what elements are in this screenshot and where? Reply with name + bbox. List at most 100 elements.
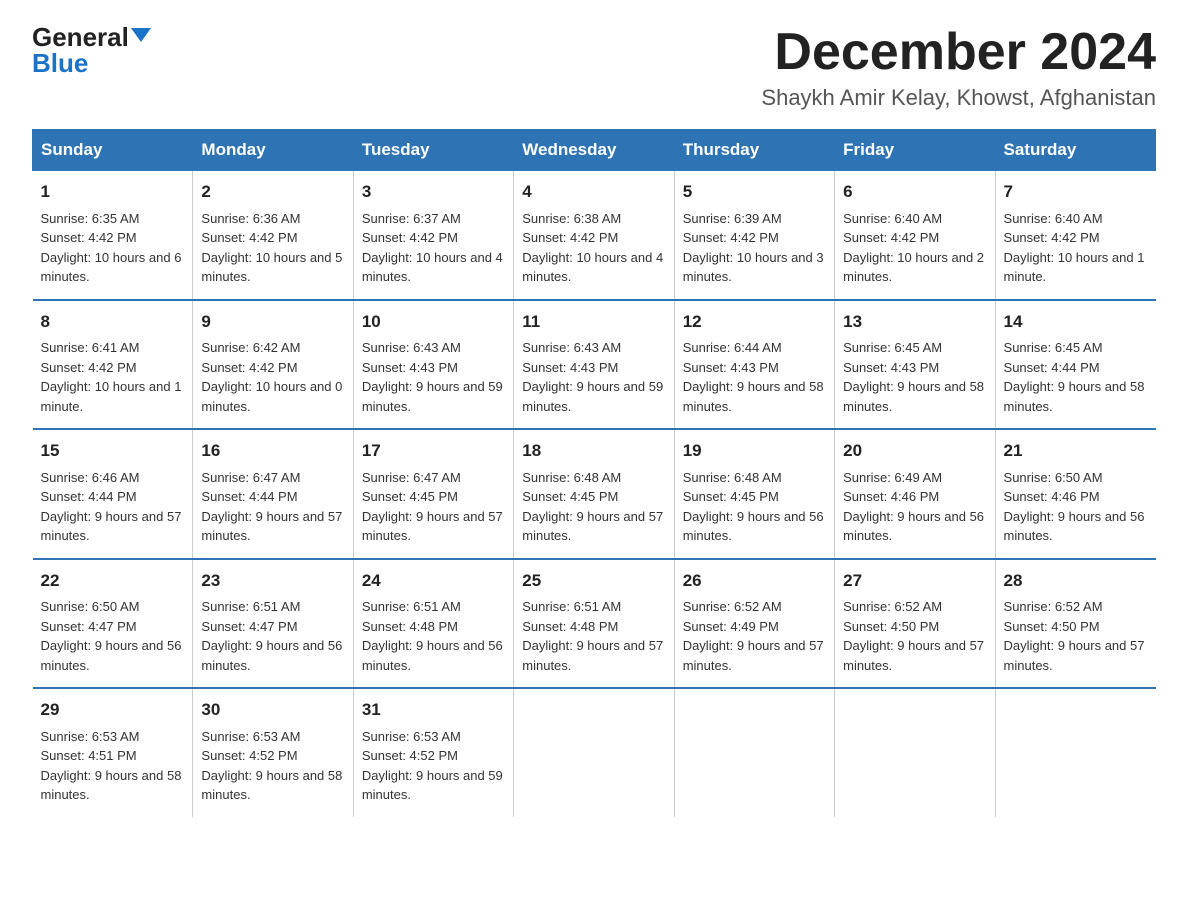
day-number: 9: [201, 309, 344, 335]
day-info: Sunrise: 6:43 AMSunset: 4:43 PMDaylight:…: [522, 340, 663, 414]
day-number: 7: [1004, 179, 1148, 205]
day-number: 29: [41, 697, 185, 723]
calendar-cell: 2Sunrise: 6:36 AMSunset: 4:42 PMDaylight…: [193, 171, 353, 300]
calendar-cell: 24Sunrise: 6:51 AMSunset: 4:48 PMDayligh…: [353, 559, 513, 689]
calendar-subtitle: Shaykh Amir Kelay, Khowst, Afghanistan: [761, 85, 1156, 111]
day-number: 25: [522, 568, 665, 594]
day-number: 22: [41, 568, 185, 594]
calendar-week-row: 1 Sunrise: 6:35 AMSunset: 4:42 PMDaylight…: [33, 171, 1156, 300]
day-info: Sunrise: 6:51 AMSunset: 4:48 PMDaylight:…: [522, 599, 663, 673]
day-info: Sunrise: 6:51 AMSunset: 4:47 PMDaylight:…: [201, 599, 342, 673]
calendar-cell: 5 Sunrise: 6:39 AMSunset: 4:42 PMDaylight…: [674, 171, 834, 300]
day-number: 18: [522, 438, 665, 464]
day-info: Sunrise: 6:53 AMSunset: 4:51 PMDaylight:…: [41, 729, 182, 803]
calendar-cell: 20 Sunrise: 6:49 AMSunset: 4:46 PMDayligh…: [835, 429, 995, 559]
calendar-cell: 23 Sunrise: 6:51 AMSunset: 4:47 PMDayligh…: [193, 559, 353, 689]
day-number: 13: [843, 309, 986, 335]
calendar-cell: 28Sunrise: 6:52 AMSunset: 4:50 PMDayligh…: [995, 559, 1155, 689]
calendar-week-row: 15 Sunrise: 6:46 AMSunset: 4:44 PMDayligh…: [33, 429, 1156, 559]
day-number: 12: [683, 309, 826, 335]
day-number: 28: [1004, 568, 1148, 594]
calendar-title: December 2024: [761, 24, 1156, 81]
day-number: 14: [1004, 309, 1148, 335]
day-info: Sunrise: 6:48 AMSunset: 4:45 PMDaylight:…: [683, 470, 824, 544]
day-info: Sunrise: 6:44 AMSunset: 4:43 PMDaylight:…: [683, 340, 824, 414]
calendar-cell: 15 Sunrise: 6:46 AMSunset: 4:44 PMDayligh…: [33, 429, 193, 559]
day-of-week-header: Thursday: [674, 130, 834, 171]
day-number: 19: [683, 438, 826, 464]
day-number: 3: [362, 179, 505, 205]
calendar-cell: 26 Sunrise: 6:52 AMSunset: 4:49 PMDayligh…: [674, 559, 834, 689]
logo-triangle-icon: [131, 28, 151, 42]
calendar-week-row: 29 Sunrise: 6:53 AMSunset: 4:51 PMDayligh…: [33, 688, 1156, 817]
calendar-cell: 30 Sunrise: 6:53 AMSunset: 4:52 PMDayligh…: [193, 688, 353, 817]
calendar-cell: 18Sunrise: 6:48 AMSunset: 4:45 PMDayligh…: [514, 429, 674, 559]
calendar-cell: 22 Sunrise: 6:50 AMSunset: 4:47 PMDayligh…: [33, 559, 193, 689]
day-number: 11: [522, 309, 665, 335]
calendar-cell: 19 Sunrise: 6:48 AMSunset: 4:45 PMDayligh…: [674, 429, 834, 559]
calendar-cell: 17Sunrise: 6:47 AMSunset: 4:45 PMDayligh…: [353, 429, 513, 559]
logo-blue-text: Blue: [32, 50, 88, 76]
day-info: Sunrise: 6:52 AMSunset: 4:50 PMDaylight:…: [843, 599, 984, 673]
day-info: Sunrise: 6:50 AMSunset: 4:47 PMDaylight:…: [41, 599, 182, 673]
calendar-cell: 13 Sunrise: 6:45 AMSunset: 4:43 PMDayligh…: [835, 300, 995, 430]
logo: General Blue: [32, 24, 151, 76]
title-area: December 2024 Shaykh Amir Kelay, Khowst,…: [761, 24, 1156, 111]
day-info: Sunrise: 6:52 AMSunset: 4:49 PMDaylight:…: [683, 599, 824, 673]
calendar-cell: 16Sunrise: 6:47 AMSunset: 4:44 PMDayligh…: [193, 429, 353, 559]
calendar-cell: 11 Sunrise: 6:43 AMSunset: 4:43 PMDayligh…: [514, 300, 674, 430]
day-number: 16: [201, 438, 344, 464]
calendar-cell: 1 Sunrise: 6:35 AMSunset: 4:42 PMDaylight…: [33, 171, 193, 300]
day-info: Sunrise: 6:42 AMSunset: 4:42 PMDaylight:…: [201, 340, 342, 414]
calendar-cell: 12 Sunrise: 6:44 AMSunset: 4:43 PMDayligh…: [674, 300, 834, 430]
day-info: Sunrise: 6:45 AMSunset: 4:43 PMDaylight:…: [843, 340, 984, 414]
calendar-cell: [995, 688, 1155, 817]
calendar-table: SundayMondayTuesdayWednesdayThursdayFrid…: [32, 129, 1156, 817]
day-number: 6: [843, 179, 986, 205]
calendar-cell: 14Sunrise: 6:45 AMSunset: 4:44 PMDayligh…: [995, 300, 1155, 430]
day-of-week-header: Sunday: [33, 130, 193, 171]
day-info: Sunrise: 6:40 AMSunset: 4:42 PMDaylight:…: [843, 211, 984, 285]
day-info: Sunrise: 6:38 AMSunset: 4:42 PMDaylight:…: [522, 211, 663, 285]
day-of-week-header: Tuesday: [353, 130, 513, 171]
calendar-cell: 6 Sunrise: 6:40 AMSunset: 4:42 PMDaylight…: [835, 171, 995, 300]
day-number: 4: [522, 179, 665, 205]
day-info: Sunrise: 6:47 AMSunset: 4:45 PMDaylight:…: [362, 470, 503, 544]
day-of-week-header: Wednesday: [514, 130, 674, 171]
day-info: Sunrise: 6:51 AMSunset: 4:48 PMDaylight:…: [362, 599, 503, 673]
day-number: 8: [41, 309, 185, 335]
day-number: 30: [201, 697, 344, 723]
day-number: 23: [201, 568, 344, 594]
calendar-cell: 8 Sunrise: 6:41 AMSunset: 4:42 PMDaylight…: [33, 300, 193, 430]
day-info: Sunrise: 6:53 AMSunset: 4:52 PMDaylight:…: [201, 729, 342, 803]
day-number: 27: [843, 568, 986, 594]
calendar-week-row: 8 Sunrise: 6:41 AMSunset: 4:42 PMDaylight…: [33, 300, 1156, 430]
day-number: 10: [362, 309, 505, 335]
logo-general-text: General: [32, 24, 129, 50]
calendar-cell: 21 Sunrise: 6:50 AMSunset: 4:46 PMDayligh…: [995, 429, 1155, 559]
calendar-cell: 25 Sunrise: 6:51 AMSunset: 4:48 PMDayligh…: [514, 559, 674, 689]
calendar-cell: [514, 688, 674, 817]
day-number: 21: [1004, 438, 1148, 464]
day-info: Sunrise: 6:35 AMSunset: 4:42 PMDaylight:…: [41, 211, 182, 285]
day-info: Sunrise: 6:39 AMSunset: 4:42 PMDaylight:…: [683, 211, 824, 285]
day-of-week-header: Monday: [193, 130, 353, 171]
calendar-cell: 31 Sunrise: 6:53 AMSunset: 4:52 PMDayligh…: [353, 688, 513, 817]
day-number: 1: [41, 179, 185, 205]
day-number: 26: [683, 568, 826, 594]
day-info: Sunrise: 6:41 AMSunset: 4:42 PMDaylight:…: [41, 340, 182, 414]
day-number: 15: [41, 438, 185, 464]
day-info: Sunrise: 6:37 AMSunset: 4:42 PMDaylight:…: [362, 211, 503, 285]
day-info: Sunrise: 6:46 AMSunset: 4:44 PMDaylight:…: [41, 470, 182, 544]
day-info: Sunrise: 6:49 AMSunset: 4:46 PMDaylight:…: [843, 470, 984, 544]
header: General Blue December 2024 Shaykh Amir K…: [32, 24, 1156, 111]
calendar-cell: [674, 688, 834, 817]
calendar-header-row: SundayMondayTuesdayWednesdayThursdayFrid…: [33, 130, 1156, 171]
calendar-cell: [835, 688, 995, 817]
day-info: Sunrise: 6:50 AMSunset: 4:46 PMDaylight:…: [1004, 470, 1145, 544]
calendar-cell: 3 Sunrise: 6:37 AMSunset: 4:42 PMDaylight…: [353, 171, 513, 300]
day-info: Sunrise: 6:53 AMSunset: 4:52 PMDaylight:…: [362, 729, 503, 803]
day-number: 31: [362, 697, 505, 723]
day-number: 20: [843, 438, 986, 464]
day-number: 5: [683, 179, 826, 205]
